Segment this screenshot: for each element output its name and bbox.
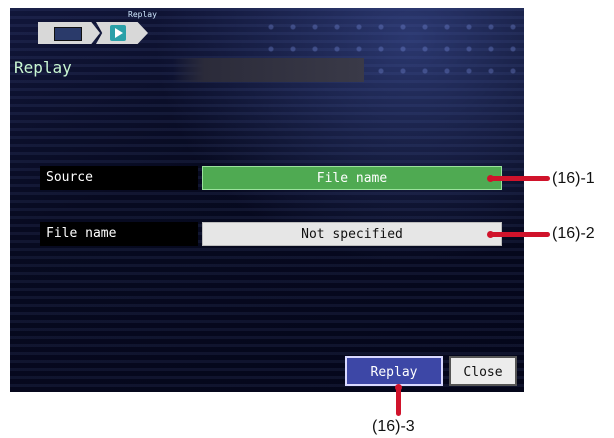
source-value-button[interactable]: File name (202, 166, 502, 190)
callout-1-line (490, 176, 550, 181)
play-icon (110, 25, 126, 41)
replay-screen: Replay Replay Source File name File name… (10, 8, 524, 392)
filename-label: File name (40, 222, 198, 246)
callout-2-label: (16)-2 (552, 225, 595, 242)
callout-1-label: (16)-1 (552, 170, 595, 187)
callout-2-line (490, 232, 550, 237)
breadcrumb-label: Replay (128, 10, 157, 19)
filename-value-button[interactable]: Not specified (202, 222, 502, 246)
callout-3-line (396, 386, 401, 416)
callout-3-label: (16)-3 (372, 418, 415, 435)
close-button[interactable]: Close (449, 356, 517, 386)
breadcrumb-replay[interactable] (96, 22, 148, 44)
source-label: Source (40, 166, 198, 190)
breadcrumb-home[interactable] (38, 22, 100, 44)
page-title: Replay (14, 58, 72, 77)
screen-icon (54, 27, 82, 41)
replay-button[interactable]: Replay (345, 356, 443, 386)
